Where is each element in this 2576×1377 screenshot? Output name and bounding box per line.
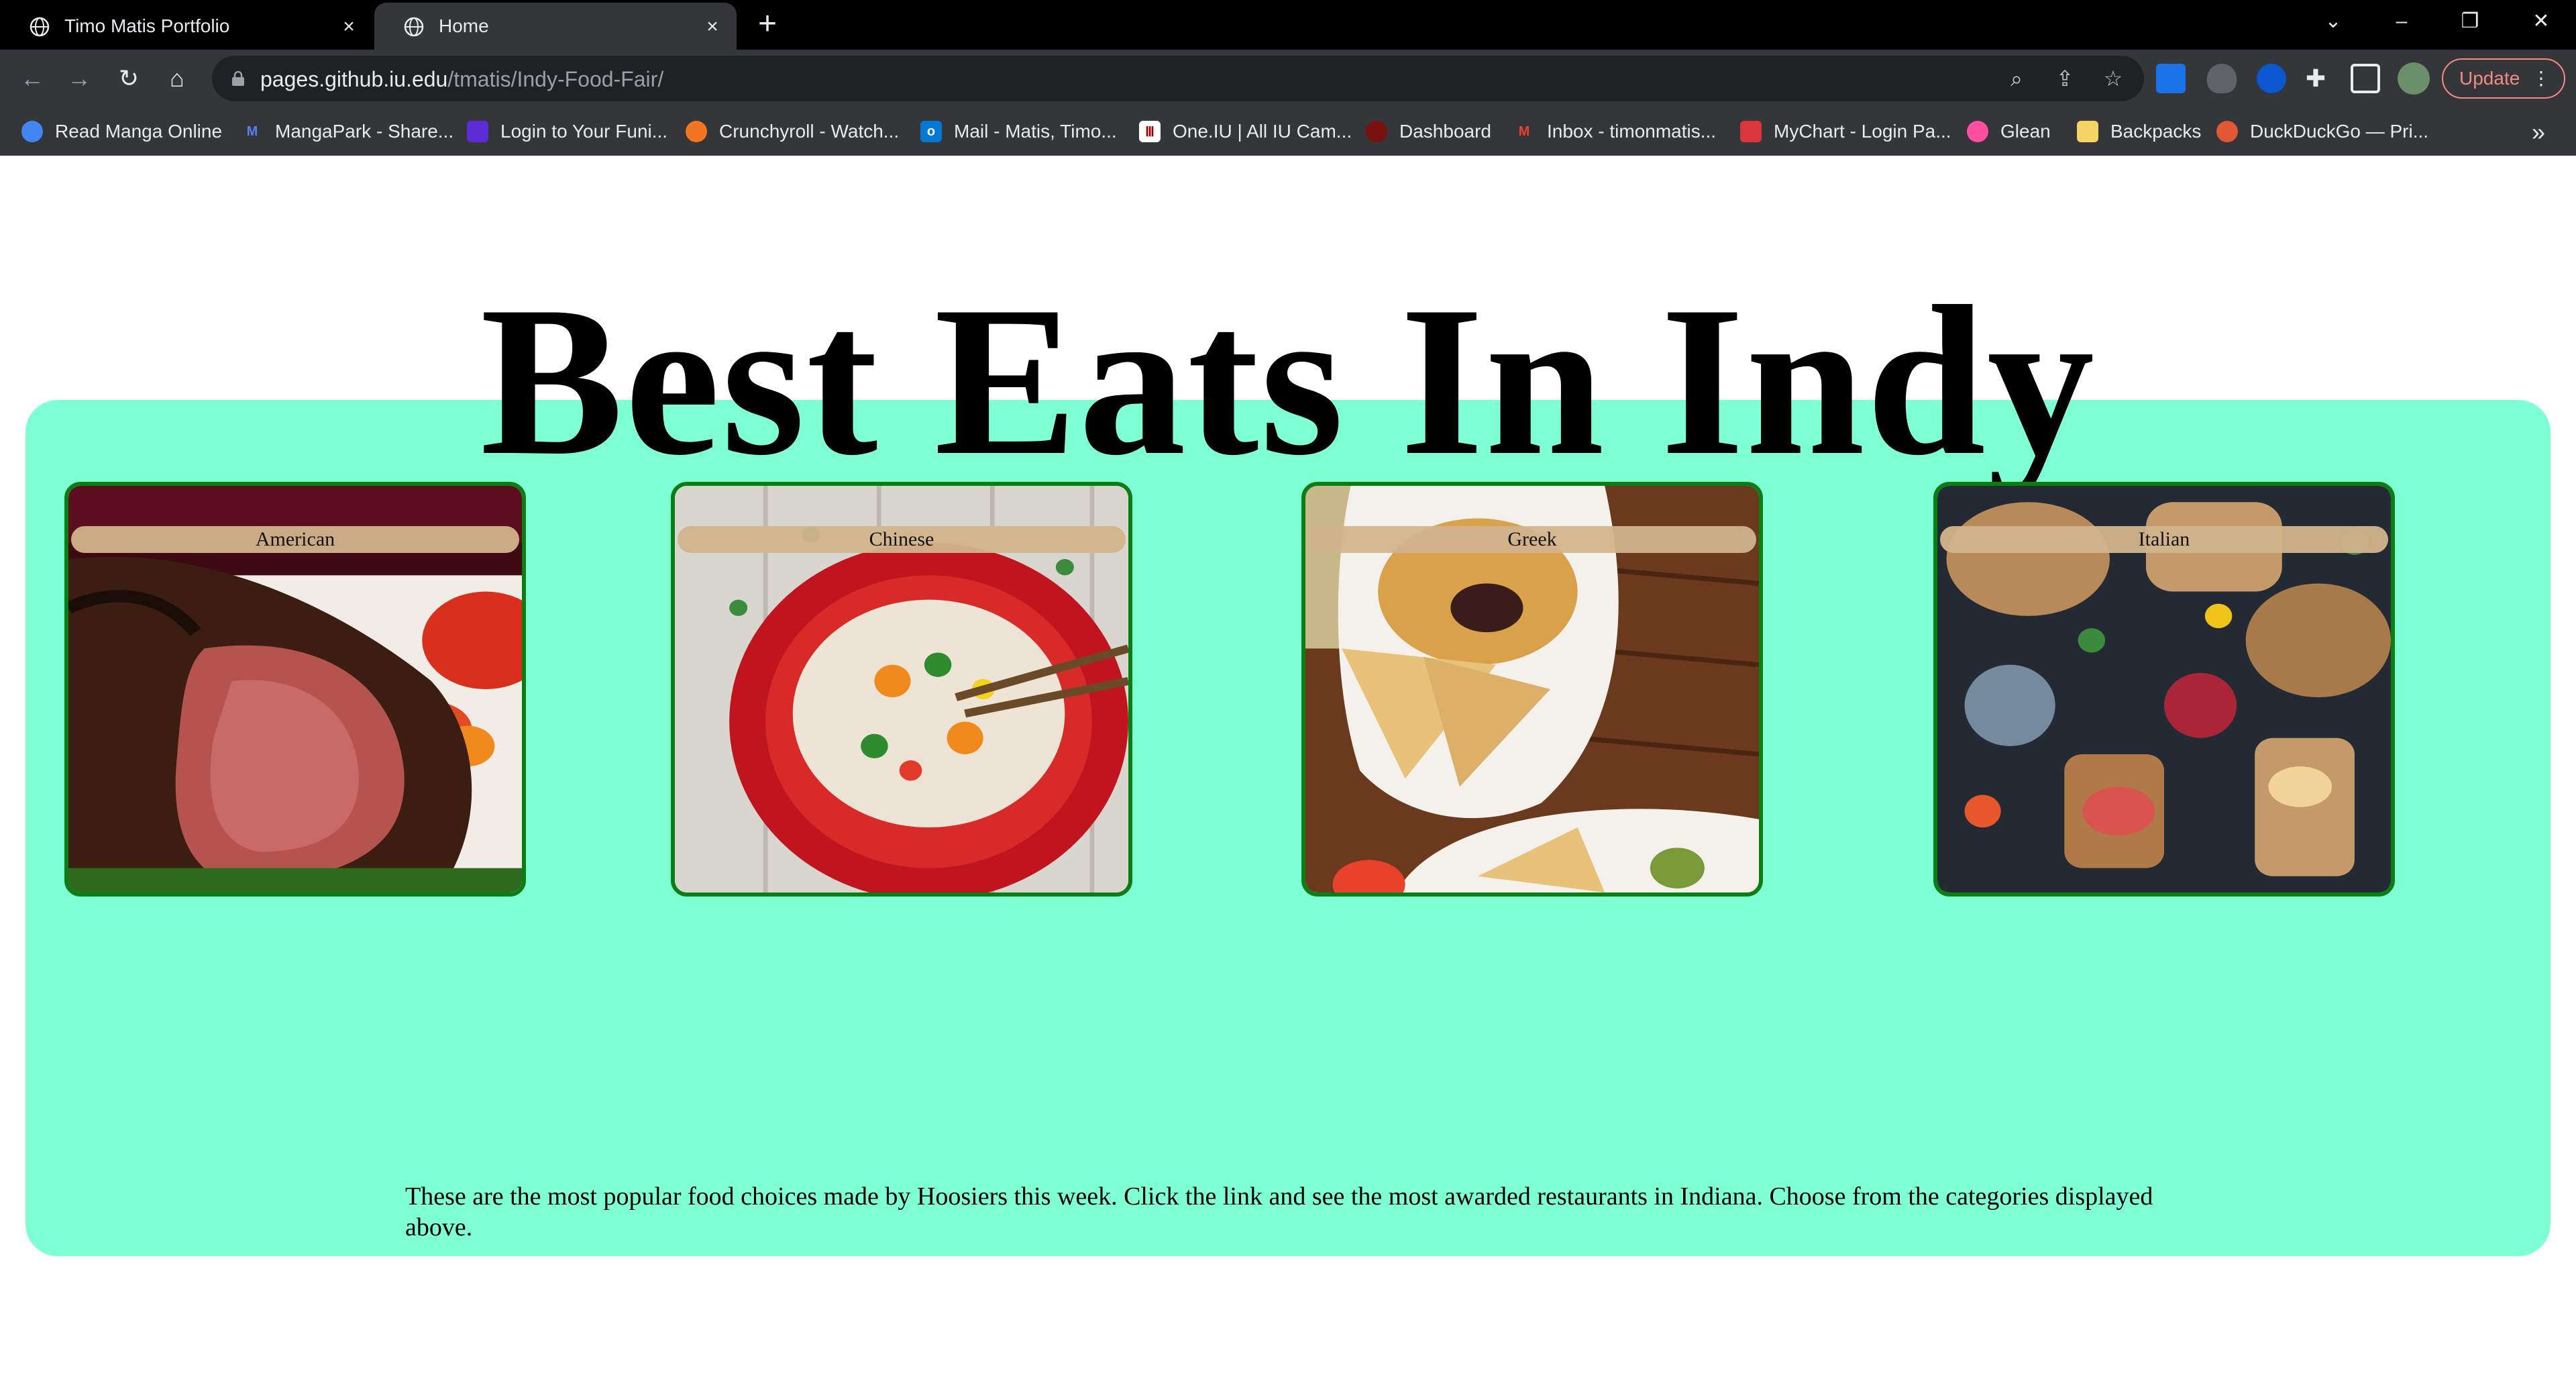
bookmark-label: Login to Your Funi... (500, 121, 668, 142)
share-icon[interactable]: ⇪ (2051, 65, 2078, 92)
tab-portfolio[interactable]: Timo Matis Portfolio × (0, 3, 373, 50)
bookmark-glean[interactable]: Glean (1967, 115, 2051, 148)
tab-strip: Timo Matis Portfolio × Home × + ⌄ – ❐ ✕ (0, 0, 2576, 50)
bookmark-star-icon[interactable]: ☆ (2100, 65, 2127, 92)
manga-icon (21, 121, 43, 142)
tab-home[interactable]: Home × (374, 3, 737, 50)
category-label: Italian (1940, 526, 2388, 553)
restore-icon[interactable]: ❐ (2451, 5, 2489, 38)
bookmark-read-manga[interactable]: Read Manga Online (21, 115, 222, 148)
reload-icon[interactable]: ↻ (114, 64, 144, 93)
profile-avatar[interactable] (2398, 62, 2430, 95)
bookmarks-bar: Read Manga Online M MangaPark - Share... … (0, 107, 2576, 156)
crunchyroll-icon (686, 121, 707, 142)
extensions-puzzle-icon[interactable]: ✚ (2301, 64, 2330, 93)
side-panel-icon[interactable] (2351, 64, 2380, 93)
bookmark-label: Crunchyroll - Watch... (719, 121, 900, 142)
forward-arrow-icon[interactable]: → (64, 64, 94, 93)
menu-kebab-icon[interactable]: ⋮ (2532, 60, 2551, 97)
folder-icon (2077, 121, 2098, 142)
bookmark-backpacks[interactable]: Backpacks (2077, 115, 2201, 148)
bookmark-mychart[interactable]: MyChart - Login Pa... (1740, 115, 1951, 148)
category-card-chinese[interactable]: Chinese (671, 482, 1132, 897)
category-label: Greek (1308, 526, 1756, 553)
page-title: Best Eats In Indy (480, 262, 2096, 500)
mangapark-icon: M (246, 123, 258, 139)
close-icon[interactable]: × (703, 17, 722, 37)
new-tab-button[interactable]: + (753, 8, 782, 40)
globe-icon (404, 17, 424, 37)
bookmark-label: Glean (2000, 121, 2051, 142)
url-path: /tmatis/Indy-Food-Fair/ (447, 67, 664, 91)
bookmark-label: Mail - Matis, Timo... (954, 121, 1117, 142)
bookmark-label: Dashboard (1399, 121, 1491, 142)
bookmark-label: Backpacks (2110, 121, 2202, 142)
bookmark-label: Read Manga Online (55, 121, 223, 142)
bookmark-funimation[interactable]: Login to Your Funi... (467, 115, 667, 148)
canvas-icon (1366, 121, 1387, 142)
outlook-icon: o (920, 121, 942, 142)
tab-search-chevron-icon[interactable]: ⌄ (2314, 5, 2352, 38)
bookmark-one-iu[interactable]: Ⅲ One.IU | All IU Cam... (1139, 115, 1352, 148)
category-card-greek[interactable]: Greek (1301, 482, 1763, 897)
tab-title: Timo Matis Portfolio (64, 15, 230, 36)
zoom-icon[interactable]: ⌕ (2003, 65, 2030, 92)
tab-title: Home (439, 15, 489, 36)
lock-icon[interactable] (231, 70, 246, 87)
bookmark-label: MangaPark - Share... (275, 121, 454, 142)
duckduckgo-icon (2216, 121, 2238, 142)
bookmark-gmail[interactable]: M Inbox - timonmatis... (1513, 115, 1716, 148)
funimation-icon (467, 121, 488, 142)
close-icon[interactable]: × (339, 17, 358, 37)
bookmark-outlook-mail[interactable]: o Mail - Matis, Timo... (920, 115, 1117, 148)
category-label: American (71, 526, 519, 553)
shield-extension-icon[interactable] (2207, 64, 2237, 93)
category-card-italian[interactable]: Italian (1933, 482, 2395, 897)
page-description: These are the most popular food choices … (405, 1182, 2153, 1241)
bookmark-label: DuckDuckGo — Pri... (2250, 121, 2429, 142)
google-translate-icon[interactable] (2156, 64, 2186, 93)
bookmark-duckduckgo[interactable]: DuckDuckGo — Pri... (2216, 115, 2428, 148)
gmail-icon: M (1518, 123, 1530, 139)
bookmark-label: Inbox - timonmatis... (1547, 121, 1717, 142)
category-card-american[interactable]: American (64, 482, 526, 897)
category-label: Chinese (678, 526, 1126, 553)
globe-icon (30, 17, 50, 37)
iu-icon: Ⅲ (1139, 121, 1161, 142)
bookmark-mangapark[interactable]: M MangaPark - Share... (241, 115, 453, 148)
update-label: Update (2459, 68, 2520, 89)
url-host: pages.github.iu.edu (260, 67, 448, 91)
window-close-icon[interactable]: ✕ (2522, 5, 2560, 38)
bookmark-crunchyroll[interactable]: Crunchyroll - Watch... (686, 115, 899, 148)
address-bar[interactable]: pages.github.iu.edu/tmatis/Indy-Food-Fai… (212, 56, 2144, 101)
minimize-icon[interactable]: – (2383, 5, 2420, 38)
page-viewport: Best Eats In Indy American Chinese Greek… (0, 156, 2576, 1377)
url-text[interactable]: pages.github.iu.edu/tmatis/Indy-Food-Fai… (260, 67, 663, 92)
back-arrow-icon[interactable]: ← (17, 64, 47, 93)
bookmark-dashboard[interactable]: Dashboard (1366, 115, 1491, 148)
bookmark-label: One.IU | All IU Cam... (1173, 121, 1352, 142)
bookmark-label: MyChart - Login Pa... (1774, 121, 1951, 142)
glean-icon (1967, 121, 1988, 142)
home-icon[interactable]: ⌂ (162, 64, 192, 93)
mychart-icon (1740, 121, 1762, 142)
more-bookmarks-chevron-icon[interactable]: » (2532, 118, 2545, 146)
browser-toolbar: ← → ↻ ⌂ pages.github.iu.edu/tmatis/Indy-… (0, 50, 2576, 107)
update-button[interactable]: Update ⋮ (2442, 58, 2565, 99)
malwarebytes-icon[interactable] (2257, 64, 2286, 93)
